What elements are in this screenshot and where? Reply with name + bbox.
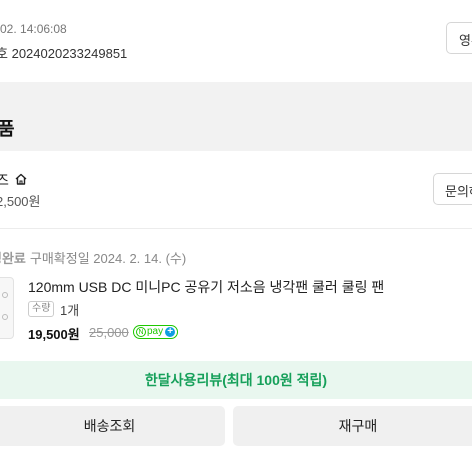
- order-number-value: 2024020233249851: [11, 46, 128, 61]
- home-icon[interactable]: [14, 172, 28, 186]
- delivery-fee: 2,500원: [0, 194, 41, 209]
- thumbnail-detail: [2, 292, 8, 298]
- order-status: 정완료: [0, 251, 26, 266]
- sale-price: 19,500원: [28, 327, 80, 342]
- npay-badge: Npay +: [133, 325, 179, 339]
- order-header-card: [0, 0, 472, 82]
- reorder-button[interactable]: 재구매: [233, 406, 472, 446]
- order-date: 02. 14:06:08: [0, 22, 67, 36]
- original-price: 25,000: [89, 325, 129, 340]
- npay-label: pay: [147, 326, 164, 337]
- inquiry-button[interactable]: 문의하기: [433, 173, 472, 205]
- order-number-label: 호: [0, 46, 8, 61]
- product-thumbnail[interactable]: [0, 277, 14, 339]
- quantity-value: 1개: [60, 303, 80, 318]
- quantity-badge: 수량: [28, 301, 55, 317]
- order-status-line: 정완료구매확정일 2024. 2. 14. (수): [0, 248, 186, 267]
- track-delivery-button[interactable]: 배송조회: [0, 406, 225, 446]
- store-divider: [0, 228, 472, 229]
- confirm-date: 구매확정일 2024. 2. 14. (수): [29, 251, 187, 266]
- thumbnail-detail: [2, 314, 8, 320]
- order-number: 호 2024020233249851: [0, 43, 127, 62]
- product-name[interactable]: 120mm USB DC 미니PC 공유기 저소음 냉각팬 쿨러 쿨링 팬: [28, 277, 384, 297]
- npay-n-icon: N: [136, 327, 146, 337]
- store-name[interactable]: 즈: [0, 170, 9, 190]
- receipt-button[interactable]: 영수증: [446, 22, 472, 54]
- monthly-review-button[interactable]: 한달사용리뷰(최대 100원 적립): [0, 361, 472, 399]
- npay-plus-icon: +: [165, 327, 176, 337]
- section-title: 품: [0, 119, 15, 139]
